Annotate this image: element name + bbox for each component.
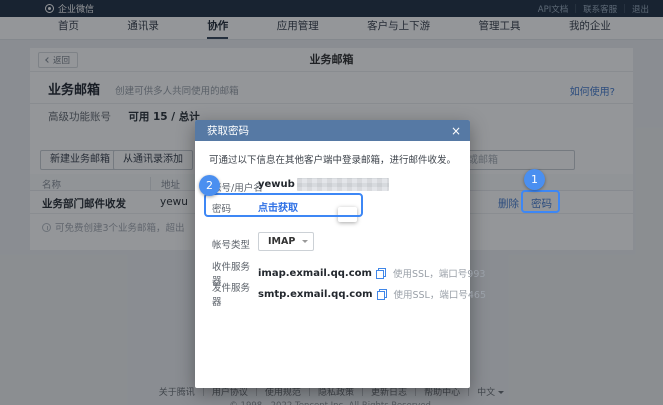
annotation-badge-step1: 1 xyxy=(524,169,545,190)
redacted-mosaic xyxy=(297,178,389,191)
modal-description: 可通过以下信息在其他客户端中登录邮箱，进行邮件收发。 xyxy=(209,152,456,166)
copy-icon[interactable] xyxy=(377,289,387,300)
copy-icon[interactable] xyxy=(376,268,386,279)
app-root: 企业微信 API文档 | 联系客服 | 退出 首页 通讯录 协作 应用管理 客户… xyxy=(0,0,663,405)
annotation-badge-step2: 2 xyxy=(199,175,220,196)
incoming-server-note: 使用SSL，端口号993 xyxy=(393,266,486,280)
incoming-server-value: imap.exmail.qq.com xyxy=(258,268,372,279)
outgoing-server-note: 使用SSL，端口号465 xyxy=(394,287,487,301)
account-type-select[interactable]: IMAP xyxy=(258,232,314,251)
account-value: yewub xyxy=(258,178,389,191)
annotation-box-step2 xyxy=(204,193,363,217)
get-password-modal: 获取密码 × 可通过以下信息在其他客户端中登录邮箱，进行邮件收发。 帐号/用户名… xyxy=(195,120,470,388)
outgoing-server-value: smtp.exmail.qq.com xyxy=(258,289,373,300)
modal-title: 获取密码 xyxy=(207,123,249,138)
annotation-box-step1 xyxy=(521,190,560,213)
account-type-value: IMAP xyxy=(268,236,295,247)
account-value-text: yewub xyxy=(258,179,295,190)
modal-header: 获取密码 × xyxy=(195,120,470,141)
chevron-down-icon xyxy=(302,240,308,246)
outgoing-server-label: 发件服务器 xyxy=(212,280,258,308)
outgoing-server-row: 发件服务器 smtp.exmail.qq.com 使用SSL，端口号465 xyxy=(212,280,462,308)
close-icon[interactable]: × xyxy=(451,125,461,137)
account-type-label: 帐号类型 xyxy=(212,237,250,251)
